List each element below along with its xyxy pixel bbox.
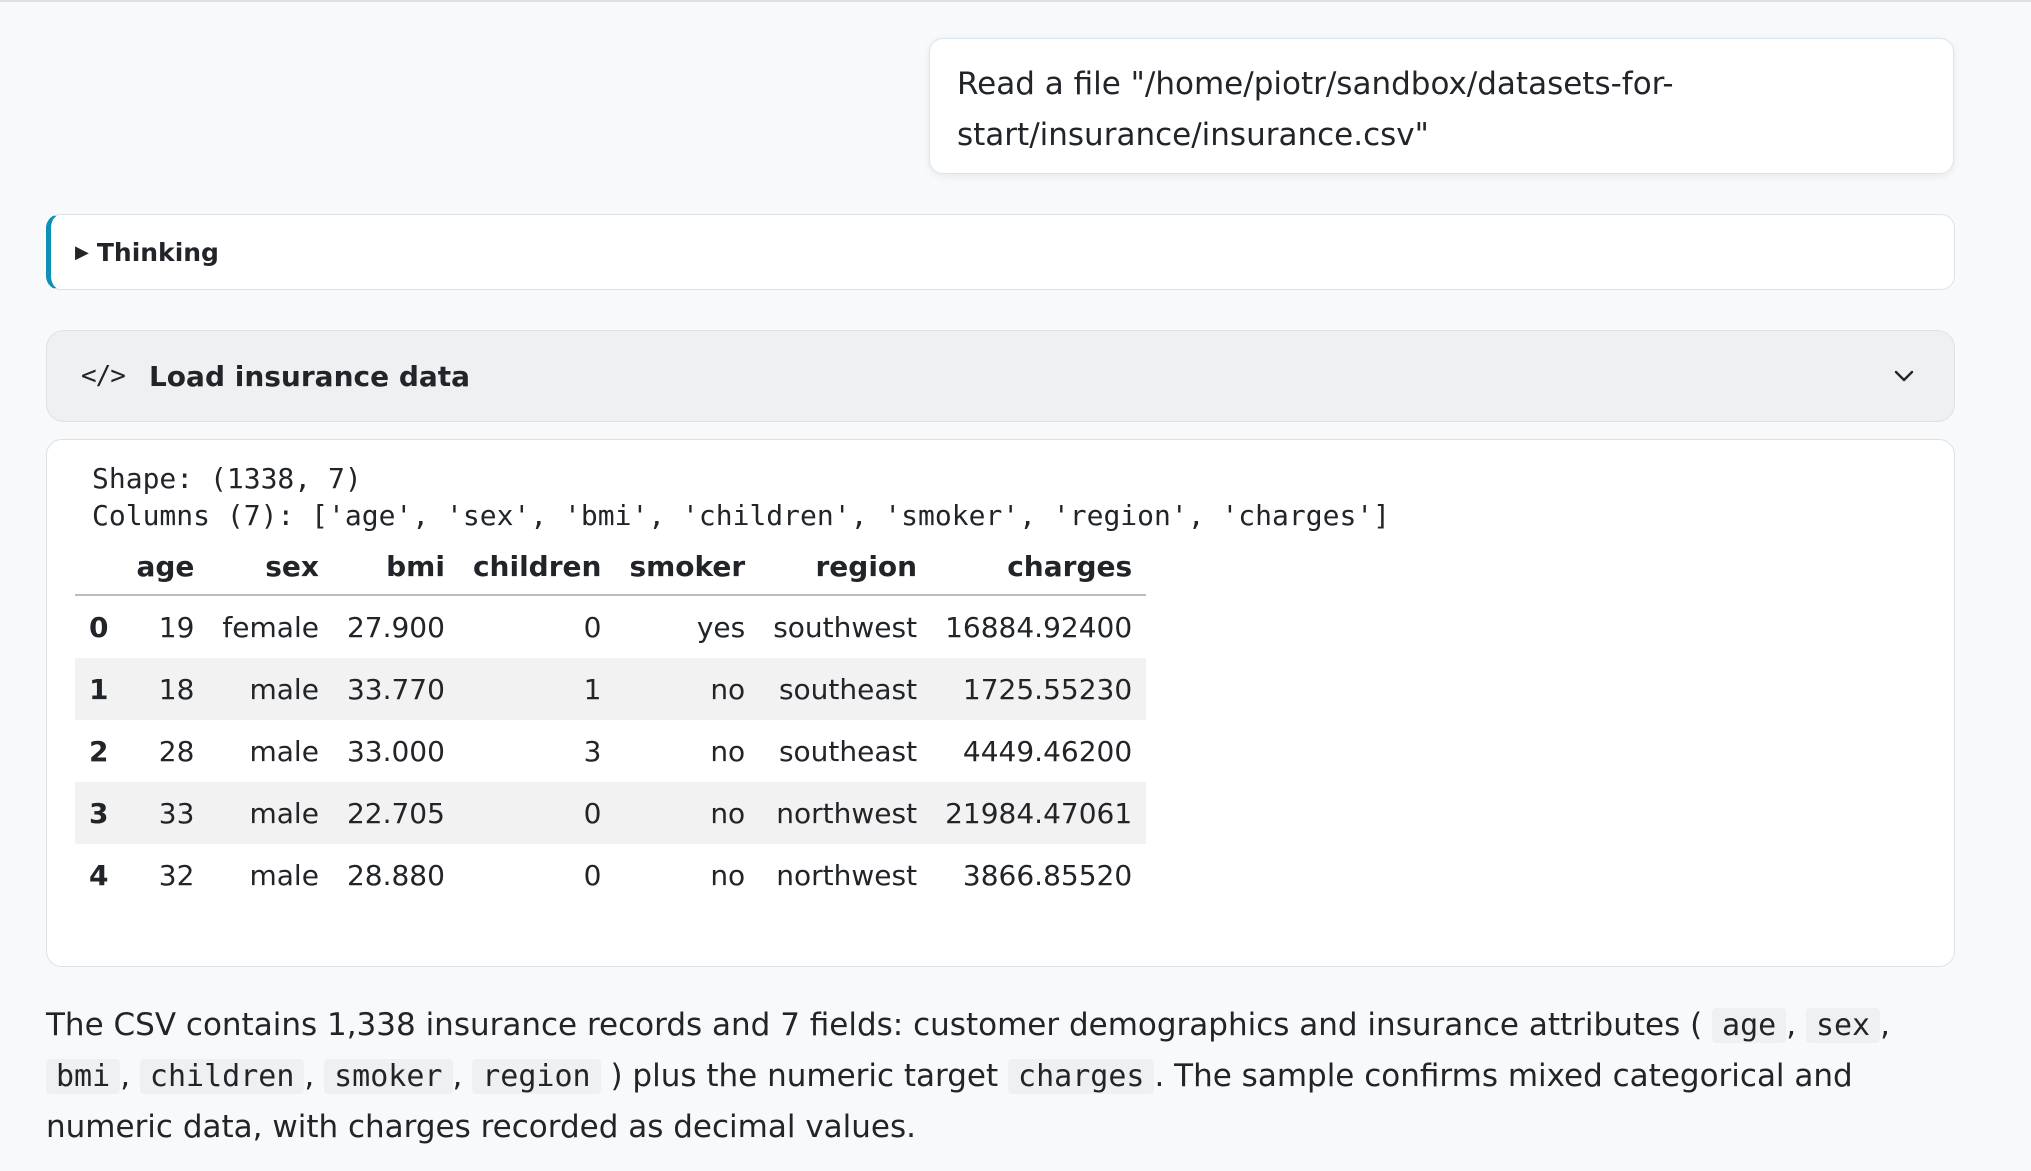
- inline-code-smoker: smoker: [324, 1059, 453, 1094]
- row-index: 1: [89, 672, 109, 706]
- row-index: 3: [89, 796, 109, 830]
- table-cell: 21984.47061: [945, 796, 1133, 830]
- table-cell: no: [710, 734, 746, 768]
- output-text: Shape: (1338, 7) Columns (7): ['age', 's…: [92, 460, 1390, 534]
- separator: ,: [120, 1058, 131, 1094]
- summary-text: The CSV contains 1,338 insurance records…: [46, 1007, 1703, 1043]
- table-cell: 1: [583, 672, 602, 706]
- table-cell: female: [222, 610, 319, 644]
- table-row: 0 19 female 27.900 0 yes southwest 16884…: [75, 595, 1146, 658]
- table-cell: northwest: [776, 858, 918, 892]
- user-message-bubble: Read a file "/home/piotr/sandbox/dataset…: [929, 38, 1954, 174]
- table-cell: 33.770: [346, 672, 445, 706]
- table-cell: southeast: [778, 734, 918, 768]
- table-cell: male: [249, 734, 319, 768]
- column-header: charges: [931, 538, 1147, 596]
- thinking-label: Thinking: [96, 237, 219, 267]
- separator: ,: [1880, 1007, 1890, 1043]
- table-cell: northwest: [776, 796, 918, 830]
- inline-code-sex: sex: [1805, 1008, 1881, 1043]
- table-cell: no: [710, 672, 746, 706]
- user-message-line-1: Read a file "/home/piotr/sandbox/dataset…: [957, 66, 1674, 102]
- table-header-row: age sex bmi children smoker region charg…: [75, 538, 1147, 596]
- table-cell: 33: [158, 796, 195, 830]
- index-header: [75, 538, 123, 596]
- table-row: 4 32 male 28.880 0 no northwest 3866.855…: [75, 844, 1146, 906]
- table-cell: southwest: [773, 610, 918, 644]
- table-cell: 3: [583, 734, 602, 768]
- shape-line: Shape: (1338, 7): [92, 462, 362, 495]
- inline-code-bmi: bmi: [46, 1059, 121, 1094]
- columns-line: Columns (7): ['age', 'sex', 'bmi', 'chil…: [92, 499, 1391, 532]
- row-index: 4: [89, 858, 109, 892]
- assistant-summary: The CSV contains 1,338 insurance records…: [46, 1000, 1946, 1152]
- code-cell-title: Load insurance data: [148, 359, 471, 393]
- column-header: region: [759, 538, 932, 596]
- inline-code-charges: charges: [1008, 1059, 1155, 1094]
- table-cell: male: [249, 858, 319, 892]
- table-cell: 0: [583, 796, 602, 830]
- table-cell: 19: [158, 610, 195, 644]
- separator: ,: [304, 1058, 315, 1094]
- separator: ,: [1786, 1007, 1797, 1043]
- summary-text: ) plus the numeric target: [610, 1058, 999, 1094]
- row-index: 2: [89, 734, 109, 768]
- table-cell: male: [249, 796, 319, 830]
- table-cell: no: [710, 796, 746, 830]
- table-cell: 27.900: [346, 610, 445, 644]
- table-cell: 0: [583, 610, 602, 644]
- column-header: children: [458, 538, 616, 596]
- expand-triangle-icon: ▶: [75, 241, 89, 263]
- table-cell: yes: [696, 610, 746, 644]
- table-cell: southeast: [778, 672, 918, 706]
- table-cell: 33.000: [346, 734, 445, 768]
- row-index: 0: [89, 610, 109, 644]
- table-cell: male: [249, 672, 319, 706]
- table-cell: 28.880: [346, 858, 445, 892]
- table-cell: 16884.92400: [945, 610, 1133, 644]
- thinking-toggle[interactable]: ▶ Thinking: [46, 214, 1955, 290]
- table-row: 3 33 male 22.705 0 no northwest 21984.47…: [75, 782, 1147, 844]
- table-cell: no: [710, 858, 746, 892]
- separator: ,: [452, 1058, 463, 1094]
- column-header: age: [122, 538, 209, 596]
- table-cell: 32: [158, 858, 195, 892]
- column-header: bmi: [332, 538, 459, 596]
- table-row: 2 28 male 33.000 3 no southeast 4449.462…: [75, 720, 1146, 782]
- table-cell: 3866.85520: [962, 858, 1133, 892]
- chevron-down-icon[interactable]: [1892, 364, 1916, 388]
- code-cell-header[interactable]: </> Load insurance data: [46, 330, 1955, 422]
- table-row: 1 18 male 33.770 1 no southeast 1725.552…: [75, 658, 1147, 720]
- table-cell: 22.705: [346, 796, 445, 830]
- inline-code-region: region: [472, 1059, 601, 1094]
- cell-output: Shape: (1338, 7) Columns (7): ['age', 's…: [46, 439, 1955, 967]
- inline-code-children: children: [139, 1059, 305, 1094]
- user-message-line-2: start/insurance/insurance.csv": [957, 117, 1429, 153]
- table-cell: 18: [158, 672, 195, 706]
- table-cell: 1725.55230: [962, 672, 1133, 706]
- table-cell: 28: [158, 734, 195, 768]
- table-cell: 0: [583, 858, 602, 892]
- column-header: sex: [208, 538, 333, 596]
- dataframe-table: age sex bmi children smoker region charg…: [75, 538, 1147, 906]
- column-header: smoker: [615, 538, 760, 596]
- code-icon: </>: [81, 361, 126, 391]
- inline-code-age: age: [1712, 1008, 1787, 1043]
- table-cell: 4449.46200: [962, 734, 1133, 768]
